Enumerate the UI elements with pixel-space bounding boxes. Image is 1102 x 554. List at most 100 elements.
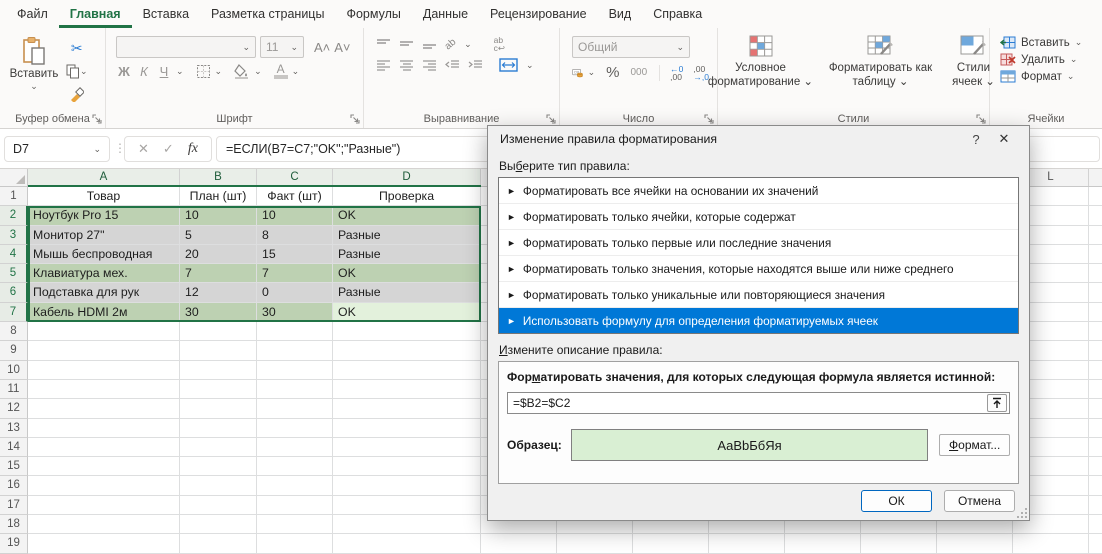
menu-tab-1[interactable]: Файл xyxy=(6,0,59,28)
cell-B9[interactable] xyxy=(180,341,257,359)
rule-type-item-2[interactable]: ►Форматировать только ячейки, которые со… xyxy=(499,204,1018,230)
conditional-formatting-button[interactable]: Условное форматирование ⌄ xyxy=(702,34,820,89)
cell-D5[interactable]: OK xyxy=(333,264,481,282)
cell-A13[interactable] xyxy=(28,419,180,437)
cell-A11[interactable] xyxy=(28,380,180,398)
column-header-B[interactable]: B xyxy=(180,169,257,186)
cell-B14[interactable] xyxy=(180,438,257,456)
cell-K19[interactable] xyxy=(937,534,1013,552)
menu-tab-9[interactable]: Справка xyxy=(642,0,713,28)
cell-D9[interactable] xyxy=(333,341,481,359)
cell-F19[interactable] xyxy=(557,534,633,552)
format-button[interactable]: Формат... xyxy=(939,434,1010,456)
select-all-corner[interactable] xyxy=(0,169,28,187)
cell-D2[interactable]: OK xyxy=(333,206,481,224)
copy-button[interactable]: ⌄ xyxy=(66,61,88,81)
cell-A4[interactable]: Мышь беспроводная xyxy=(28,245,180,263)
cell-B13[interactable] xyxy=(180,419,257,437)
delete-cells-button[interactable]: Удалить ⌄ xyxy=(1000,53,1102,66)
cell-D15[interactable] xyxy=(333,457,481,475)
cell-A19[interactable] xyxy=(28,534,180,552)
row-header-16[interactable]: 16 xyxy=(0,476,28,495)
dialog-launcher-icon[interactable] xyxy=(350,114,360,124)
dialog-launcher-icon[interactable] xyxy=(704,114,714,124)
rule-type-item-6[interactable]: ►Использовать формулу для определения фо… xyxy=(499,308,1018,333)
cell-D14[interactable] xyxy=(333,438,481,456)
enter-icon[interactable]: ✓ xyxy=(163,141,174,157)
cell-D18[interactable] xyxy=(333,515,481,533)
cell-B4[interactable]: 20 xyxy=(180,245,257,263)
rule-type-item-5[interactable]: ►Форматировать только уникальные или пов… xyxy=(499,282,1018,308)
cell-D17[interactable] xyxy=(333,496,481,514)
row-header-19[interactable]: 19 xyxy=(0,534,28,553)
rule-type-item-1[interactable]: ►Форматировать все ячейки на основании и… xyxy=(499,178,1018,204)
row-header-4[interactable]: 4 xyxy=(0,245,28,264)
cell-C11[interactable] xyxy=(257,380,333,398)
cell-A7[interactable]: Кабель HDMI 2м xyxy=(28,303,180,321)
column-header-C[interactable]: C xyxy=(257,169,333,186)
cell-B19[interactable] xyxy=(180,534,257,552)
menu-tab-4[interactable]: Разметка страницы xyxy=(200,0,335,28)
row-header-14[interactable]: 14 xyxy=(0,438,28,457)
cell-C14[interactable] xyxy=(257,438,333,456)
number-format-combo[interactable]: Общий⌄ xyxy=(572,36,690,58)
row-header-13[interactable]: 13 xyxy=(0,419,28,438)
cell-C15[interactable] xyxy=(257,457,333,475)
bold-button[interactable]: Ж xyxy=(116,64,132,79)
currency-icon[interactable]: CR xyxy=(572,65,584,81)
align-right-icon[interactable] xyxy=(422,59,437,71)
cell-C5[interactable]: 7 xyxy=(257,264,333,282)
merge-center-icon[interactable] xyxy=(499,58,518,72)
ok-button[interactable]: ОК xyxy=(861,490,932,512)
cell-C13[interactable] xyxy=(257,419,333,437)
cell-B6[interactable]: 12 xyxy=(180,283,257,301)
menu-tab-3[interactable]: Вставка xyxy=(132,0,200,28)
dialog-launcher-icon[interactable] xyxy=(976,114,986,124)
cell-D3[interactable]: Разные xyxy=(333,226,481,244)
cell-A16[interactable] xyxy=(28,476,180,494)
cell-B3[interactable]: 5 xyxy=(180,226,257,244)
cancel-button[interactable]: Отмена xyxy=(944,490,1015,512)
dialog-launcher-icon[interactable] xyxy=(546,114,556,124)
insert-cells-button[interactable]: Вставить ⌄ xyxy=(1000,36,1102,49)
rule-type-item-4[interactable]: ►Форматировать только значения, которые … xyxy=(499,256,1018,282)
cell-B11[interactable] xyxy=(180,380,257,398)
cell-L19[interactable] xyxy=(1013,534,1089,552)
cell-B17[interactable] xyxy=(180,496,257,514)
collapse-dialog-button[interactable] xyxy=(987,394,1007,412)
cell-C12[interactable] xyxy=(257,399,333,417)
font-size-combo[interactable]: 11⌄ xyxy=(260,36,304,58)
cell-J19[interactable] xyxy=(861,534,937,552)
cell-A9[interactable] xyxy=(28,341,180,359)
font-name-combo[interactable]: ⌄ xyxy=(116,36,256,58)
cell-A15[interactable] xyxy=(28,457,180,475)
rule-formula-input[interactable]: =$B2=$C2 xyxy=(507,392,1010,414)
menu-tab-5[interactable]: Формулы xyxy=(335,0,411,28)
close-icon[interactable]: ✕ xyxy=(989,131,1019,147)
cell-C16[interactable] xyxy=(257,476,333,494)
align-left-icon[interactable] xyxy=(376,59,391,71)
italic-button[interactable]: К xyxy=(136,64,152,79)
cell-D6[interactable]: Разные xyxy=(333,283,481,301)
resize-grip[interactable] xyxy=(1017,508,1027,518)
cell-D7[interactable]: OK xyxy=(333,303,481,321)
cell-A3[interactable]: Монитор 27" xyxy=(28,226,180,244)
cell-D13[interactable] xyxy=(333,419,481,437)
cell-B1[interactable]: План (шт) xyxy=(180,187,257,205)
comma-style-button[interactable]: 000 xyxy=(630,67,647,78)
align-top-icon[interactable] xyxy=(376,38,391,50)
cell-B18[interactable] xyxy=(180,515,257,533)
format-as-table-button[interactable]: Форматировать как таблицу ⌄ xyxy=(828,34,934,89)
cell-A1[interactable]: Товар xyxy=(28,187,180,205)
percent-style-button[interactable]: % xyxy=(606,64,619,81)
cell-A6[interactable]: Подставка для рук xyxy=(28,283,180,301)
cell-C3[interactable]: 8 xyxy=(257,226,333,244)
row-header-11[interactable]: 11 xyxy=(0,380,28,399)
align-bottom-icon[interactable] xyxy=(422,38,437,50)
row-header-3[interactable]: 3 xyxy=(0,226,28,245)
shrink-font-button[interactable]: А˅ xyxy=(334,40,350,55)
row-header-18[interactable]: 18 xyxy=(0,515,28,534)
column-header-A[interactable]: A xyxy=(28,169,180,186)
row-header-7[interactable]: 7 xyxy=(0,303,28,322)
cell-D11[interactable] xyxy=(333,380,481,398)
